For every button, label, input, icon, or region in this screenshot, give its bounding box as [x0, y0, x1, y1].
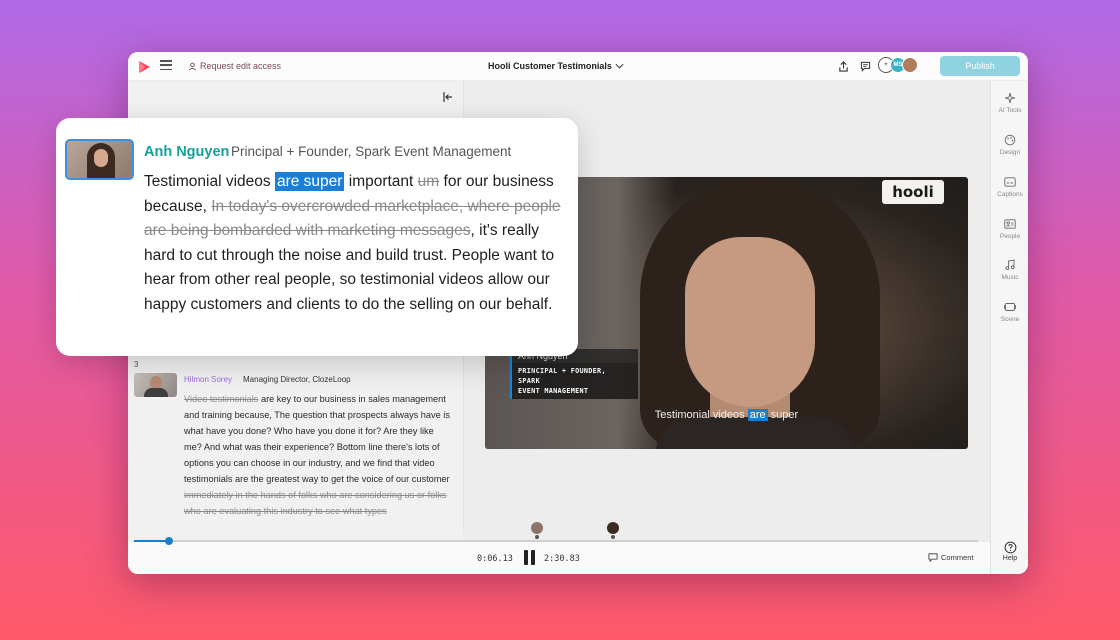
caption-highlight: are: [747, 409, 768, 421]
transcript-span[interactable]: are key to our business in sales managem…: [184, 394, 450, 484]
transcript-text[interactable]: Testimonial videos are super important u…: [144, 170, 569, 318]
speaker-role: Principal + Founder, Spark Event Managem…: [231, 144, 512, 159]
user-icon: [189, 62, 196, 70]
chevron-down-icon: [615, 63, 624, 69]
struck-text[interactable]: um: [418, 173, 440, 190]
rail-people[interactable]: People: [991, 217, 1028, 240]
pause-button[interactable]: [524, 550, 536, 565]
title-bar: Request edit access Hooli Customer Testi…: [128, 52, 1028, 81]
transcript-text[interactable]: Video testimonials are key to our busine…: [184, 391, 454, 519]
collapse-panel-icon[interactable]: [442, 91, 454, 103]
rail-label: People: [999, 233, 1021, 240]
scene-icon: [1003, 300, 1017, 314]
transcript-span[interactable]: important: [344, 173, 417, 190]
request-edit-access-link[interactable]: Request edit access: [188, 61, 281, 71]
captions-icon: [1003, 175, 1017, 189]
caption-text: super: [767, 409, 799, 421]
lower-third-role-line: EVENT MANAGEMENT: [518, 387, 589, 395]
video-caption: Testimonial videos are super: [485, 409, 968, 421]
playback-bar: 0:06.13 2:30.83 Comment: [128, 522, 990, 574]
rail-label: Design: [999, 149, 1021, 156]
playhead-handle[interactable]: [165, 537, 173, 545]
sparkle-icon: [1003, 91, 1017, 105]
rail-scene[interactable]: Scene: [991, 300, 1028, 323]
selected-text[interactable]: are super: [274, 172, 345, 191]
timeline-progress: [134, 540, 169, 542]
struck-text[interactable]: Video testimonials: [184, 394, 258, 404]
people-icon: [1003, 217, 1017, 231]
total-time: 2:30.83: [544, 554, 580, 564]
segment-number: 3: [134, 360, 139, 369]
rail-label: Music: [1001, 274, 1019, 281]
help-label: Help: [1002, 555, 1018, 562]
current-time: 0:06.13: [477, 554, 513, 564]
rail-captions[interactable]: Captions: [991, 175, 1028, 198]
comment-icon: [928, 553, 938, 562]
document-title: Hooli Customer Testimonials: [488, 61, 612, 71]
comments-icon[interactable]: [858, 59, 872, 73]
music-icon: [1003, 258, 1017, 272]
rail-label: AI Tools: [998, 107, 1022, 114]
speaker-thumbnail[interactable]: [134, 373, 177, 397]
rail-music[interactable]: Music: [991, 258, 1028, 281]
brand-logo: hooli: [882, 180, 944, 204]
rail-design[interactable]: Design: [991, 133, 1028, 156]
request-edit-access-label: Request edit access: [200, 61, 282, 71]
rail-label: Captions: [997, 191, 1023, 198]
speaker-marker[interactable]: [531, 522, 543, 539]
comment-button[interactable]: Comment: [928, 553, 974, 562]
caption-text: Testimonial videos: [654, 409, 748, 421]
share-icon[interactable]: [836, 59, 850, 73]
menu-icon[interactable]: [160, 60, 172, 71]
palette-icon: [1003, 133, 1017, 147]
timeline-track[interactable]: [134, 540, 978, 542]
help-icon: [1004, 541, 1016, 554]
document-title-dropdown[interactable]: Hooli Customer Testimonials: [488, 61, 624, 71]
avatar-photo: [902, 57, 918, 73]
speaker-marker[interactable]: [607, 522, 619, 539]
lower-third-role: PRINCIPAL + FOUNDER, SPARK EVENT MANAGEM…: [510, 363, 638, 399]
rail-label: Scene: [1000, 316, 1020, 323]
transcript-span[interactable]: Testimonial videos: [144, 173, 275, 190]
speaker-thumbnail[interactable]: [65, 139, 134, 180]
speaker-name[interactable]: Anh Nguyen: [144, 144, 229, 160]
speaker-name[interactable]: Hilmon Sorey: [184, 375, 232, 384]
struck-text[interactable]: immediately in the hands of folks who ar…: [184, 490, 447, 516]
app-logo-icon[interactable]: [136, 59, 152, 75]
help-button[interactable]: Help: [991, 541, 1028, 562]
lower-third-role-line: PRINCIPAL + FOUNDER, SPARK: [518, 367, 606, 385]
publish-button[interactable]: Publish: [940, 56, 1020, 76]
lower-third[interactable]: Anh Nguyen PRINCIPAL + FOUNDER, SPARK EV…: [510, 349, 638, 399]
speaker-role: Managing Director, ClozeLoop: [243, 375, 351, 384]
tool-rail: AI Tools Design Captions People Music Sc…: [990, 81, 1028, 574]
comment-label: Comment: [941, 553, 974, 562]
rail-ai-tools[interactable]: AI Tools: [991, 91, 1028, 114]
transcript-segment-card: Anh Nguyen Principal + Founder, Spark Ev…: [56, 118, 578, 356]
